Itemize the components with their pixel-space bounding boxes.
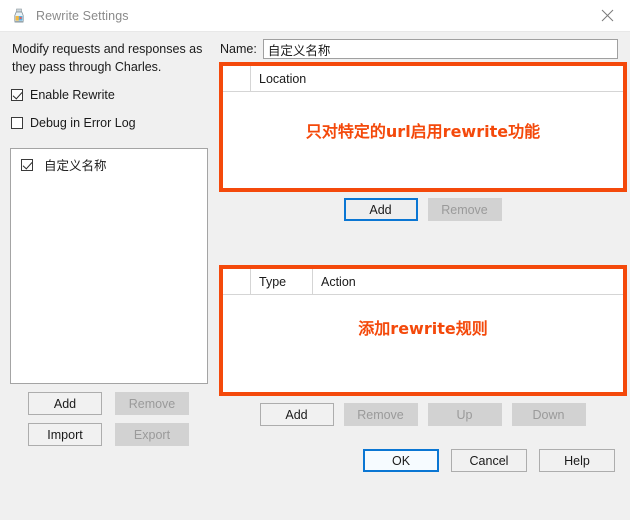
- remove-rule-button[interactable]: Remove: [343, 403, 418, 426]
- panel-description: Modify requests and responses as they pa…: [12, 42, 203, 74]
- rule-col-action[interactable]: Action: [313, 269, 623, 295]
- location-col-check[interactable]: [223, 65, 251, 92]
- debug-error-log-label: Debug in Error Log: [30, 116, 136, 130]
- close-icon[interactable]: [584, 0, 630, 31]
- rewrite-sets-list[interactable]: 自定义名称: [10, 148, 208, 384]
- checkbox-box-enable-rewrite[interactable]: [11, 89, 23, 101]
- checkbox-box-debug-error-log[interactable]: [11, 117, 23, 129]
- enable-rewrite-label: Enable Rewrite: [30, 88, 115, 102]
- location-table-header: Location: [223, 65, 623, 92]
- name-input[interactable]: [262, 39, 618, 59]
- remove-location-button[interactable]: Remove: [427, 198, 502, 221]
- rule-col-check[interactable]: [223, 268, 251, 295]
- window-titlebar: Rewrite Settings: [0, 0, 630, 32]
- name-row: Name:: [220, 39, 618, 59]
- charles-bottle-icon: [11, 8, 27, 24]
- window-title: Rewrite Settings: [36, 8, 129, 23]
- left-button-group: Add Remove Import Export: [0, 392, 215, 454]
- add-location-button[interactable]: Add: [343, 198, 418, 221]
- right-panel: Name: Location 只对特定的url启用rewrite功能 Add R…: [215, 32, 630, 520]
- left-button-row-2: Import Export: [0, 423, 215, 446]
- move-down-button[interactable]: Down: [511, 403, 586, 426]
- location-annotation-text: 只对特定的url启用rewrite功能: [305, 122, 541, 141]
- rule-button-row: Add Remove Up Down: [215, 403, 630, 426]
- import-button[interactable]: Import: [28, 423, 102, 446]
- export-button[interactable]: Export: [115, 423, 189, 446]
- rule-table-panel[interactable]: Type Action 添加rewrite规则: [219, 265, 627, 396]
- add-rule-button[interactable]: Add: [259, 403, 334, 426]
- add-set-button[interactable]: Add: [28, 392, 102, 415]
- location-button-row: Add Remove: [215, 198, 630, 221]
- checkbox-box-list-item[interactable]: [21, 158, 33, 171]
- move-up-button[interactable]: Up: [427, 403, 502, 426]
- name-label: Name:: [220, 42, 257, 56]
- help-button[interactable]: Help: [539, 449, 615, 472]
- location-table-panel[interactable]: Location 只对特定的url启用rewrite功能: [219, 62, 627, 192]
- location-col-location[interactable]: Location: [251, 66, 623, 92]
- list-item[interactable]: 自定义名称: [11, 149, 207, 174]
- rule-table-header: Type Action: [223, 268, 623, 295]
- rule-col-type[interactable]: Type: [251, 268, 313, 295]
- debug-error-log-checkbox[interactable]: Debug in Error Log: [11, 116, 136, 130]
- remove-set-button[interactable]: Remove: [115, 392, 189, 415]
- left-button-row-1: Add Remove: [0, 392, 215, 415]
- rule-annotation-text: 添加rewrite规则: [358, 319, 488, 338]
- enable-rewrite-checkbox[interactable]: Enable Rewrite: [11, 88, 115, 102]
- list-item-label: 自定义名称: [44, 159, 107, 173]
- dialog-button-row: OK Cancel Help: [363, 449, 615, 472]
- left-panel: Modify requests and responses as they pa…: [0, 32, 215, 520]
- dialog-body: Modify requests and responses as they pa…: [0, 32, 630, 520]
- cancel-button[interactable]: Cancel: [451, 449, 527, 472]
- ok-button[interactable]: OK: [363, 449, 439, 472]
